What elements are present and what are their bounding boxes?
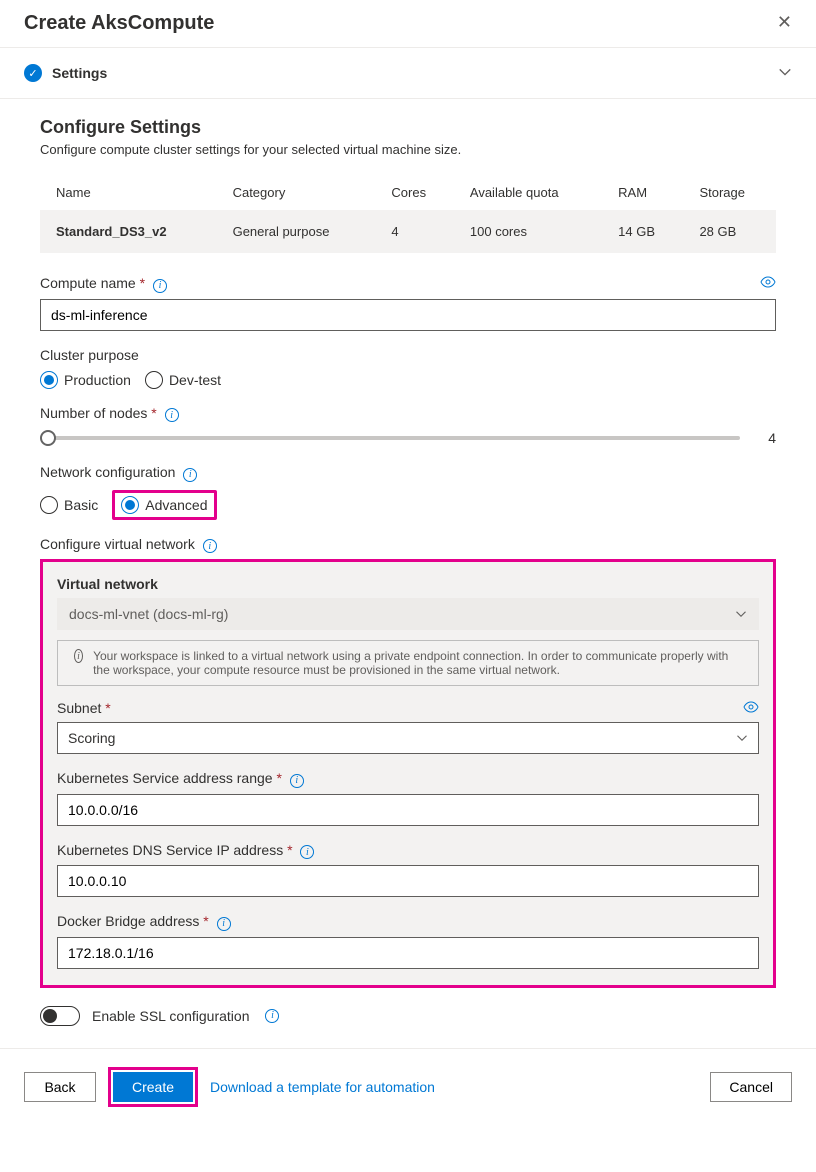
radio-advanced[interactable]: Advanced xyxy=(121,496,207,514)
vnet-label: Virtual network xyxy=(57,576,759,592)
info-icon[interactable]: i xyxy=(265,1009,279,1023)
col-cores: Cores xyxy=(375,175,453,210)
subnet-label: Subnet * xyxy=(57,700,759,716)
cancel-button[interactable]: Cancel xyxy=(710,1072,792,1102)
chevron-down-icon xyxy=(735,608,747,620)
info-icon[interactable]: i xyxy=(153,279,167,293)
chevron-down-icon xyxy=(778,65,792,82)
section-heading: Configure Settings xyxy=(40,117,776,138)
svc-range-label: Kubernetes Service address range * i xyxy=(57,770,759,788)
vm-size-table: Name Category Cores Available quota RAM … xyxy=(40,175,776,253)
info-icon[interactable]: i xyxy=(290,774,304,788)
step-label: Settings xyxy=(52,65,107,81)
slider-thumb[interactable] xyxy=(40,430,56,446)
col-ram: RAM xyxy=(602,175,683,210)
ssl-toggle[interactable] xyxy=(40,1006,80,1026)
chevron-down-icon xyxy=(736,732,748,744)
download-template-link[interactable]: Download a template for automation xyxy=(210,1079,435,1095)
radio-basic[interactable]: Basic xyxy=(40,496,98,514)
docker-input[interactable] xyxy=(57,937,759,969)
info-icon[interactable]: i xyxy=(165,408,179,422)
ssl-label: Enable SSL configuration xyxy=(92,1008,249,1024)
step-settings[interactable]: ✓ Settings xyxy=(0,48,816,99)
cell-storage: 28 GB xyxy=(683,210,776,253)
network-config-label: Network configuration i xyxy=(40,464,776,482)
col-storage: Storage xyxy=(683,175,776,210)
eye-icon[interactable] xyxy=(743,700,759,716)
info-icon: i xyxy=(74,649,83,663)
cell-name: Standard_DS3_v2 xyxy=(40,210,217,253)
eye-icon[interactable] xyxy=(760,275,776,291)
info-icon[interactable]: i xyxy=(217,917,231,931)
check-circle-icon: ✓ xyxy=(24,64,42,82)
compute-name-label: Compute name * i xyxy=(40,275,776,293)
cell-category: General purpose xyxy=(217,210,376,253)
back-button[interactable]: Back xyxy=(24,1072,96,1102)
svc-range-input[interactable] xyxy=(57,794,759,826)
info-icon[interactable]: i xyxy=(183,468,197,482)
num-nodes-label: Number of nodes * i xyxy=(40,405,776,423)
col-category: Category xyxy=(217,175,376,210)
col-name: Name xyxy=(40,175,217,210)
subnet-select[interactable]: Scoring xyxy=(57,722,759,754)
radio-production[interactable]: Production xyxy=(40,371,131,389)
configure-vnet-label: Configure virtual network i xyxy=(40,536,776,554)
vnet-notice: i Your workspace is linked to a virtual … xyxy=(57,640,759,686)
info-icon[interactable]: i xyxy=(300,845,314,859)
cluster-purpose-label: Cluster purpose xyxy=(40,347,776,363)
dns-label: Kubernetes DNS Service IP address * i xyxy=(57,842,759,860)
close-icon[interactable]: ✕ xyxy=(777,12,792,33)
vnet-select[interactable]: docs-ml-vnet (docs-ml-rg) xyxy=(57,598,759,630)
cell-quota: 100 cores xyxy=(454,210,602,253)
info-icon[interactable]: i xyxy=(203,539,217,553)
radio-devtest[interactable]: Dev-test xyxy=(145,371,221,389)
nodes-slider[interactable] xyxy=(40,436,740,440)
page-title: Create AksCompute xyxy=(24,12,214,35)
col-quota: Available quota xyxy=(454,175,602,210)
nodes-value: 4 xyxy=(758,430,776,446)
docker-label: Docker Bridge address * i xyxy=(57,913,759,931)
section-subtitle: Configure compute cluster settings for y… xyxy=(40,142,776,157)
create-button[interactable]: Create xyxy=(113,1072,193,1102)
dns-input[interactable] xyxy=(57,865,759,897)
table-row: Standard_DS3_v2 General purpose 4 100 co… xyxy=(40,210,776,253)
vnet-section: Virtual network docs-ml-vnet (docs-ml-rg… xyxy=(40,559,776,988)
cell-cores: 4 xyxy=(375,210,453,253)
compute-name-input[interactable] xyxy=(40,299,776,331)
cell-ram: 14 GB xyxy=(602,210,683,253)
